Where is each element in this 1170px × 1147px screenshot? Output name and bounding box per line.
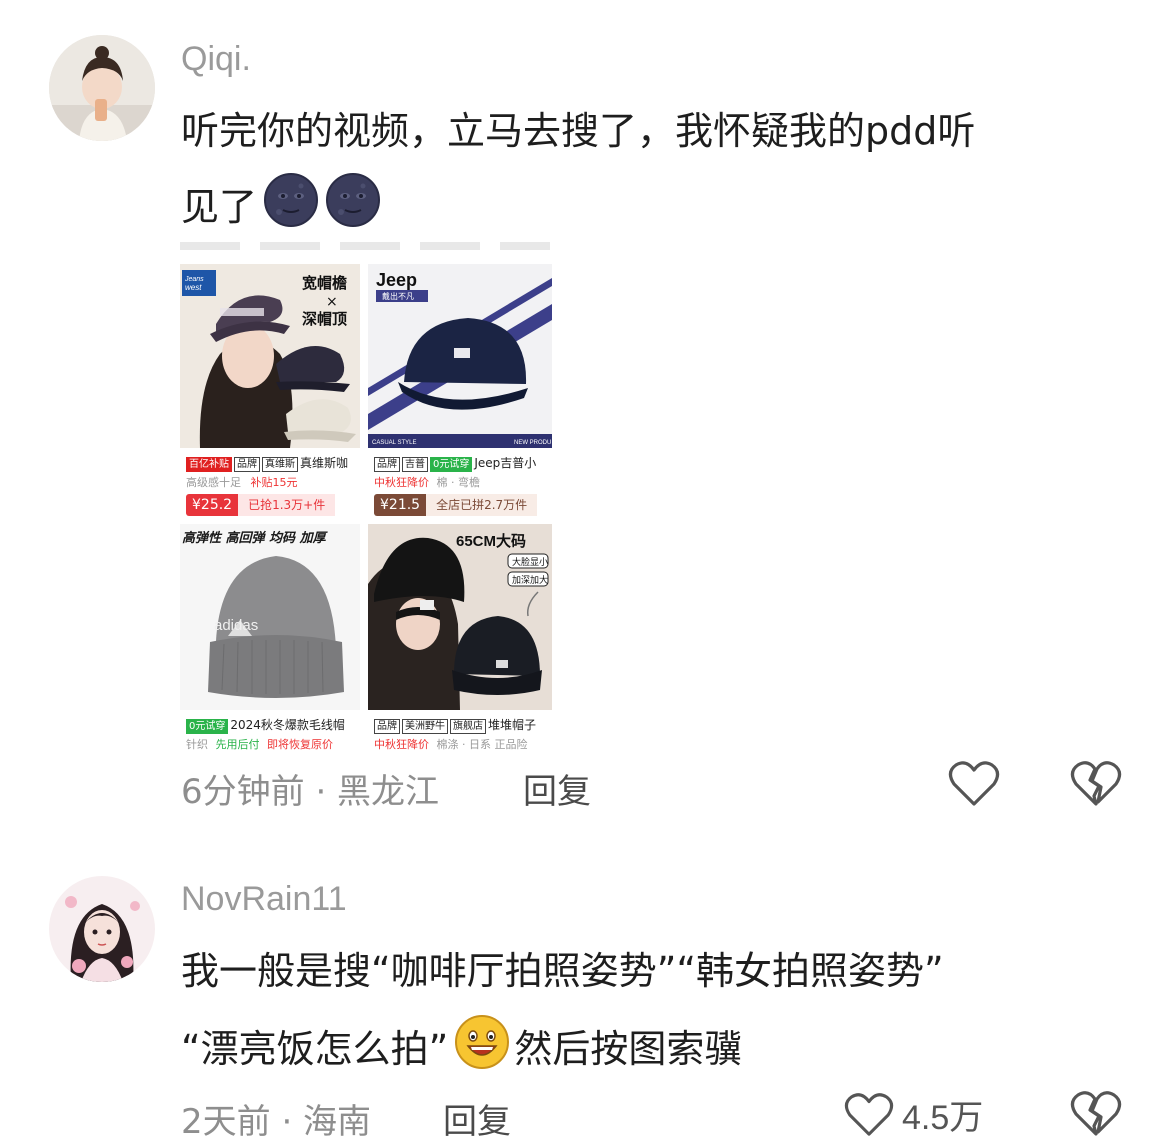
svg-text:Jeans: Jeans [184,276,204,283]
badge: 吉普 [402,457,428,472]
price-bar: ¥21.5 全店已拼2.7万件 [374,494,538,516]
comment-text-line-2-text: 见了 [181,185,258,229]
product-title: 真维斯咖 [300,456,349,470]
attached-image[interactable]: Jeans west 宽帽檐 × 深帽顶 百亿补贴 品牌 真维斯 真维斯咖 高级感十足… [178,238,556,754]
username[interactable]: NovRain11 [181,880,347,919]
svg-text:65CM大码: 65CM大码 [456,532,526,550]
product-feature: 棉 · 弯檐 [436,476,481,489]
price: ¥25.2 [186,494,239,516]
product-subtitle: 高级感十足 补贴15元 [186,474,298,490]
new-moon-face-icon [263,172,319,246]
subsidy-text: 补贴15元 [250,476,298,489]
svg-text:CASUAL STYLE: CASUAL STYLE [372,440,416,446]
badge: 旗舰店 [450,719,486,734]
reply-button[interactable]: 回复 [523,764,591,813]
promo-text: 即将恢复原价 [267,738,333,751]
svg-text:×: × [326,294,338,310]
product-title: 堆堆帽子 [488,718,537,732]
broken-heart-icon [1070,1091,1122,1136]
product-card[interactable]: 高弹性 高回弹 均码 加厚 adidas 0元试穿 2024秋冬爆款毛线帽 针织… [180,524,360,752]
product-feature: 高级感十足 [186,476,241,489]
username[interactable]: Qiqi. [181,40,251,79]
cropped-top-strip [178,238,556,258]
avatar[interactable] [49,35,155,141]
badge: 品牌 [374,719,400,734]
promo-text: 中秋狂降价 [374,476,429,489]
product-card[interactable]: CASUAL STYLE NEW PRODU Jeep 戴出不凡 品牌 吉普 0元试… [368,264,552,520]
sold-count: 已抢1.3万+件 [238,494,336,516]
svg-text:Jeep: Jeep [376,270,417,290]
comment-text-line-2: “漂亮饭怎么拍” 然后按图索骥 [181,1014,1141,1088]
product-feature: 针织 [186,738,208,751]
product-image: 65CM大码 大脸显小 加深加大 [368,524,552,710]
badge: 品牌 [374,457,400,472]
comment-text-line-2: 见了 [181,172,1131,246]
badge: 美洲野牛 [402,719,448,734]
heart-icon [948,761,1000,806]
heart-icon [844,1092,894,1136]
badge: 百亿补贴 [186,457,232,472]
svg-text:NEW PRODU: NEW PRODU [514,440,551,446]
product-image: Jeans west 宽帽檐 × 深帽顶 [180,264,360,448]
svg-text:大脸显小: 大脸显小 [512,556,548,568]
product-card[interactable]: 65CM大码 大脸显小 加深加大 品牌 美洲野牛 旗舰店 堆堆帽子 中秋狂降价 棉涤 … [368,524,552,752]
product-card[interactable]: Jeans west 宽帽檐 × 深帽顶 百亿补贴 品牌 真维斯 真维斯咖 高级感十足… [180,264,360,520]
badge: 品牌 [234,457,260,472]
like-button[interactable]: 4.5万 [844,1090,983,1139]
svg-text:高弹性 高回弹 均码 加厚: 高弹性 高回弹 均码 加厚 [182,530,329,546]
pay-later-text: 先用后付 [215,738,260,751]
promo-text: 中秋狂降价 [374,738,429,751]
product-title-row: 品牌 美洲野牛 旗舰店 堆堆帽子 [374,716,536,734]
badge: 真维斯 [262,457,298,472]
product-subtitle: 针织 先用后付 即将恢复原价 [186,736,333,752]
comment-meta: 2天前 · 海南 [181,1102,372,1142]
comment-text-line-2-quote: “漂亮饭怎么拍” [181,1027,449,1071]
new-moon-face-icon [325,172,381,246]
product-image: 高弹性 高回弹 均码 加厚 adidas [180,524,360,710]
price-bar: ¥25.2 已抢1.3万+件 [186,494,336,516]
comment-meta: 6分钟前 · 黑龙江 [181,772,440,812]
comment-text-line-1: 我一般是搜“咖啡厅拍照姿势”“韩女拍照姿势” [181,949,944,993]
broken-heart-icon [1070,761,1122,806]
product-title-row: 0元试穿 2024秋冬爆款毛线帽 [186,716,345,734]
svg-text:加深加大: 加深加大 [512,574,548,586]
comment-text: 我一般是搜“咖啡厅拍照姿势”“韩女拍照姿势” “漂亮饭怎么拍” 然后按图索骥 [181,940,1141,1088]
dislike-button[interactable] [1070,760,1122,812]
badge: 0元试穿 [186,719,229,734]
svg-text:深帽顶: 深帽顶 [302,310,347,328]
comment-text: 听完你的视频，立马去搜了，我怀疑我的pdd听 见了 [181,100,1131,246]
adidas-logo-text: adidas [214,617,258,634]
grinning-face-icon [454,1014,510,1088]
svg-text:west: west [185,283,202,292]
product-title: 2024秋冬爆款毛线帽 [230,718,345,732]
like-button[interactable] [948,760,1000,812]
product-subtitle: 中秋狂降价 棉 · 弯檐 [374,474,480,490]
avatar[interactable] [49,876,155,982]
comment-text-line-2-tail: 然后按图索骥 [514,1027,743,1071]
product-title-row: 百亿补贴 品牌 真维斯 真维斯咖 [186,454,348,472]
badge: 0元试穿 [430,457,473,472]
product-image: CASUAL STYLE NEW PRODU Jeep 戴出不凡 [368,264,552,448]
product-title: Jeep吉普小 [474,456,537,470]
price: ¥21.5 [374,494,427,516]
product-feature: 棉涤 · 日系 正品险 [436,738,528,751]
svg-text:宽帽檐: 宽帽檐 [301,274,347,292]
reply-button[interactable]: 回复 [443,1094,511,1143]
comment-text-line-1: 听完你的视频，立马去搜了，我怀疑我的pdd听 [181,109,976,153]
dislike-button[interactable] [1070,1090,1122,1142]
like-count: 4.5万 [902,1099,984,1137]
product-title-row: 品牌 吉普 0元试穿 Jeep吉普小 [374,454,536,472]
product-subtitle: 中秋狂降价 棉涤 · 日系 正品险 [374,736,528,752]
svg-text:戴出不凡: 戴出不凡 [382,291,414,301]
sold-count: 全店已拼2.7万件 [426,494,538,516]
